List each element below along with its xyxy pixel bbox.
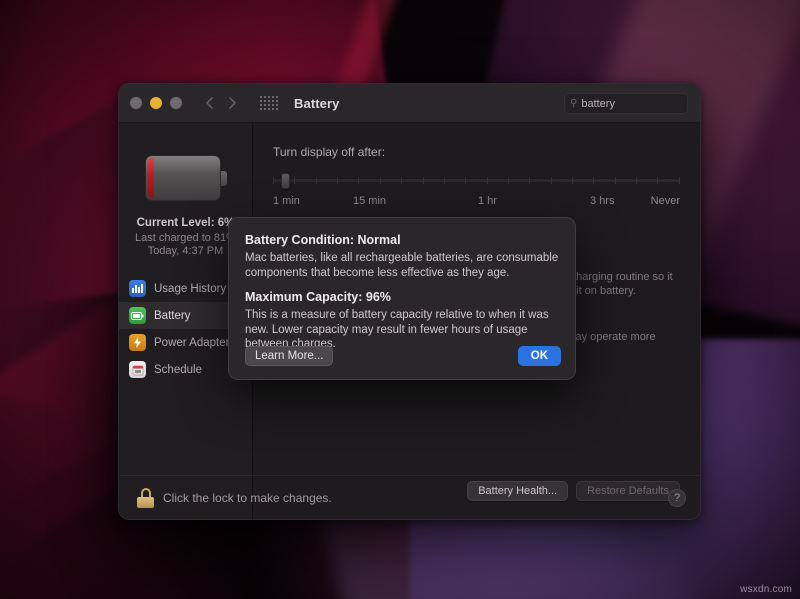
- usage-history-icon: [129, 280, 146, 297]
- battery-cap: [221, 171, 227, 186]
- capacity-body: This is a measure of battery capacity re…: [245, 308, 559, 352]
- ok-button[interactable]: OK: [518, 346, 561, 366]
- slider-tick-label: 15 min: [353, 195, 386, 207]
- forward-chevron-icon[interactable]: [222, 92, 242, 114]
- slider-ticks: [273, 177, 680, 184]
- maximize-button[interactable]: [170, 97, 182, 109]
- lock-icon[interactable]: [137, 488, 154, 508]
- schedule-icon: [129, 361, 146, 378]
- watermark: wsxdn.com: [740, 584, 792, 595]
- power-adapter-icon: [129, 334, 146, 351]
- display-sleep-slider[interactable]: [273, 173, 680, 189]
- slider-knob[interactable]: [281, 173, 290, 189]
- show-all-grid-icon[interactable]: [260, 96, 278, 110]
- close-button[interactable]: [130, 97, 142, 109]
- search-icon: ⚲: [570, 99, 577, 109]
- slider-tick-label: 3 hrs: [590, 195, 614, 207]
- window-titlebar: Battery ⚲ ✕: [119, 84, 700, 123]
- condition-body: Mac batteries, like all rechargeable bat…: [245, 251, 559, 280]
- slider-tick-label: 1 hr: [478, 195, 497, 207]
- page-title: Battery: [294, 96, 340, 111]
- slider-tick-label: 1 min: [273, 195, 300, 207]
- slider-tick-label: Never: [651, 195, 680, 207]
- condition-heading: Battery Condition: Normal: [245, 233, 559, 247]
- battery-icon: [129, 307, 146, 324]
- traffic-light-group: [130, 97, 182, 109]
- sidebar-item-label: Usage History: [154, 283, 226, 295]
- lock-body: [137, 497, 154, 508]
- slider-tick-labels: 1 min 15 min 1 hr 3 hrs Never: [273, 195, 680, 209]
- capacity-heading: Maximum Capacity: 96%: [245, 290, 559, 304]
- battery-gloss: [146, 156, 220, 174]
- battery-condition-dialog: Battery Condition: Normal Mac batteries,…: [228, 217, 576, 380]
- battery-body: [145, 155, 221, 201]
- search-input[interactable]: [581, 98, 701, 110]
- sidebar-item-label: Schedule: [154, 364, 202, 376]
- battery-graphic: [145, 155, 227, 201]
- lock-footer: Click the lock to make changes. ?: [119, 475, 700, 519]
- dialog-button-row: Learn More... OK: [245, 346, 561, 366]
- sidebar-item-label: Battery: [154, 310, 190, 322]
- minimize-button[interactable]: [150, 97, 162, 109]
- search-box[interactable]: ⚲ ✕: [564, 93, 688, 114]
- navigation-buttons: [199, 92, 242, 114]
- display-off-label: Turn display off after:: [273, 145, 680, 159]
- lock-text: Click the lock to make changes.: [163, 491, 332, 505]
- learn-more-button[interactable]: Learn More...: [245, 346, 333, 366]
- back-chevron-icon[interactable]: [199, 92, 219, 114]
- sidebar-item-label: Power Adapter: [154, 337, 229, 349]
- help-button[interactable]: ?: [668, 489, 686, 507]
- dialog-spacer: [245, 280, 559, 290]
